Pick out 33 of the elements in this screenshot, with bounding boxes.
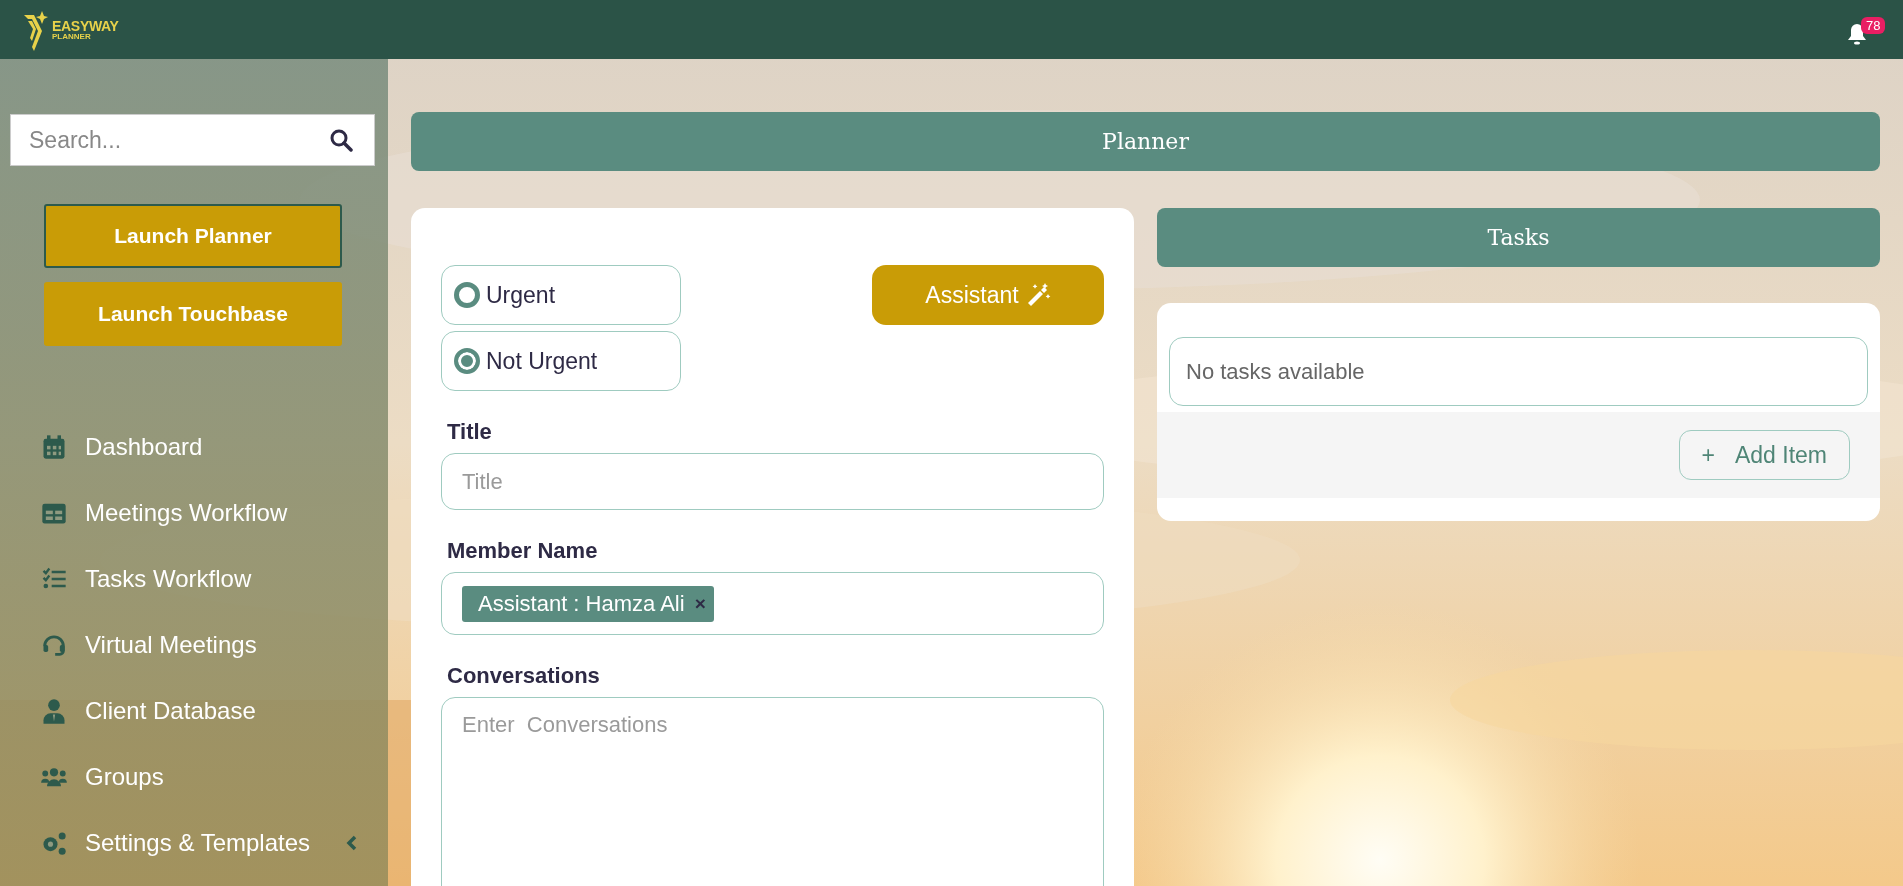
nav-item[interactable]: Dashboard — [85, 432, 203, 461]
tasks-title-bar: Tasks — [1157, 208, 1880, 267]
field-label: Title — [447, 419, 493, 445]
conversations-field[interactable]: Enter Conversations — [441, 697, 1104, 886]
page-title-bar: Planner — [411, 112, 1880, 171]
bell-icon[interactable] — [1847, 22, 1867, 45]
launch-button[interactable]: Launch Planner — [44, 204, 342, 268]
radio-option[interactable]: Urgent — [441, 265, 681, 325]
member-field[interactable]: Assistant : Hamza Ali × — [441, 572, 1104, 635]
radio-icon[interactable] — [454, 348, 480, 374]
radio-option[interactable]: Not Urgent — [441, 331, 681, 391]
tag-label: Assistant : Hamza Ali — [478, 590, 685, 617]
assistant-button[interactable]: Assistant — [872, 265, 1104, 325]
field-label: Conversations — [447, 663, 601, 689]
notification-badge: 78 — [1861, 16, 1886, 34]
nav-item[interactable]: Client Database — [85, 696, 256, 725]
chevron-icon[interactable] — [345, 833, 359, 852]
launch-button[interactable]: Launch Touchbase — [44, 282, 342, 346]
search-field[interactable]: Search... — [10, 114, 375, 166]
logo-title: EASYWAY — [52, 18, 119, 33]
empty-message: No tasks available — [1186, 358, 1365, 385]
radio-icon[interactable] — [454, 282, 480, 308]
search-icon[interactable] — [329, 128, 353, 152]
logo-subtitle: PLANNER — [52, 32, 92, 41]
nav-item[interactable]: Meetings Workflow — [85, 498, 288, 527]
nav-item[interactable]: Groups — [85, 762, 164, 791]
field-label: Member Name — [447, 538, 599, 564]
add-item-button[interactable]: + Add Item — [1678, 430, 1850, 480]
title-field[interactable]: Title — [441, 453, 1104, 510]
nav-item[interactable]: Tasks Workflow — [85, 564, 252, 593]
nav-item[interactable]: Virtual Meetings — [85, 630, 257, 659]
nav-item[interactable]: Settings & Templates — [85, 828, 310, 857]
remove-tag-button[interactable]: × — [694, 592, 706, 615]
